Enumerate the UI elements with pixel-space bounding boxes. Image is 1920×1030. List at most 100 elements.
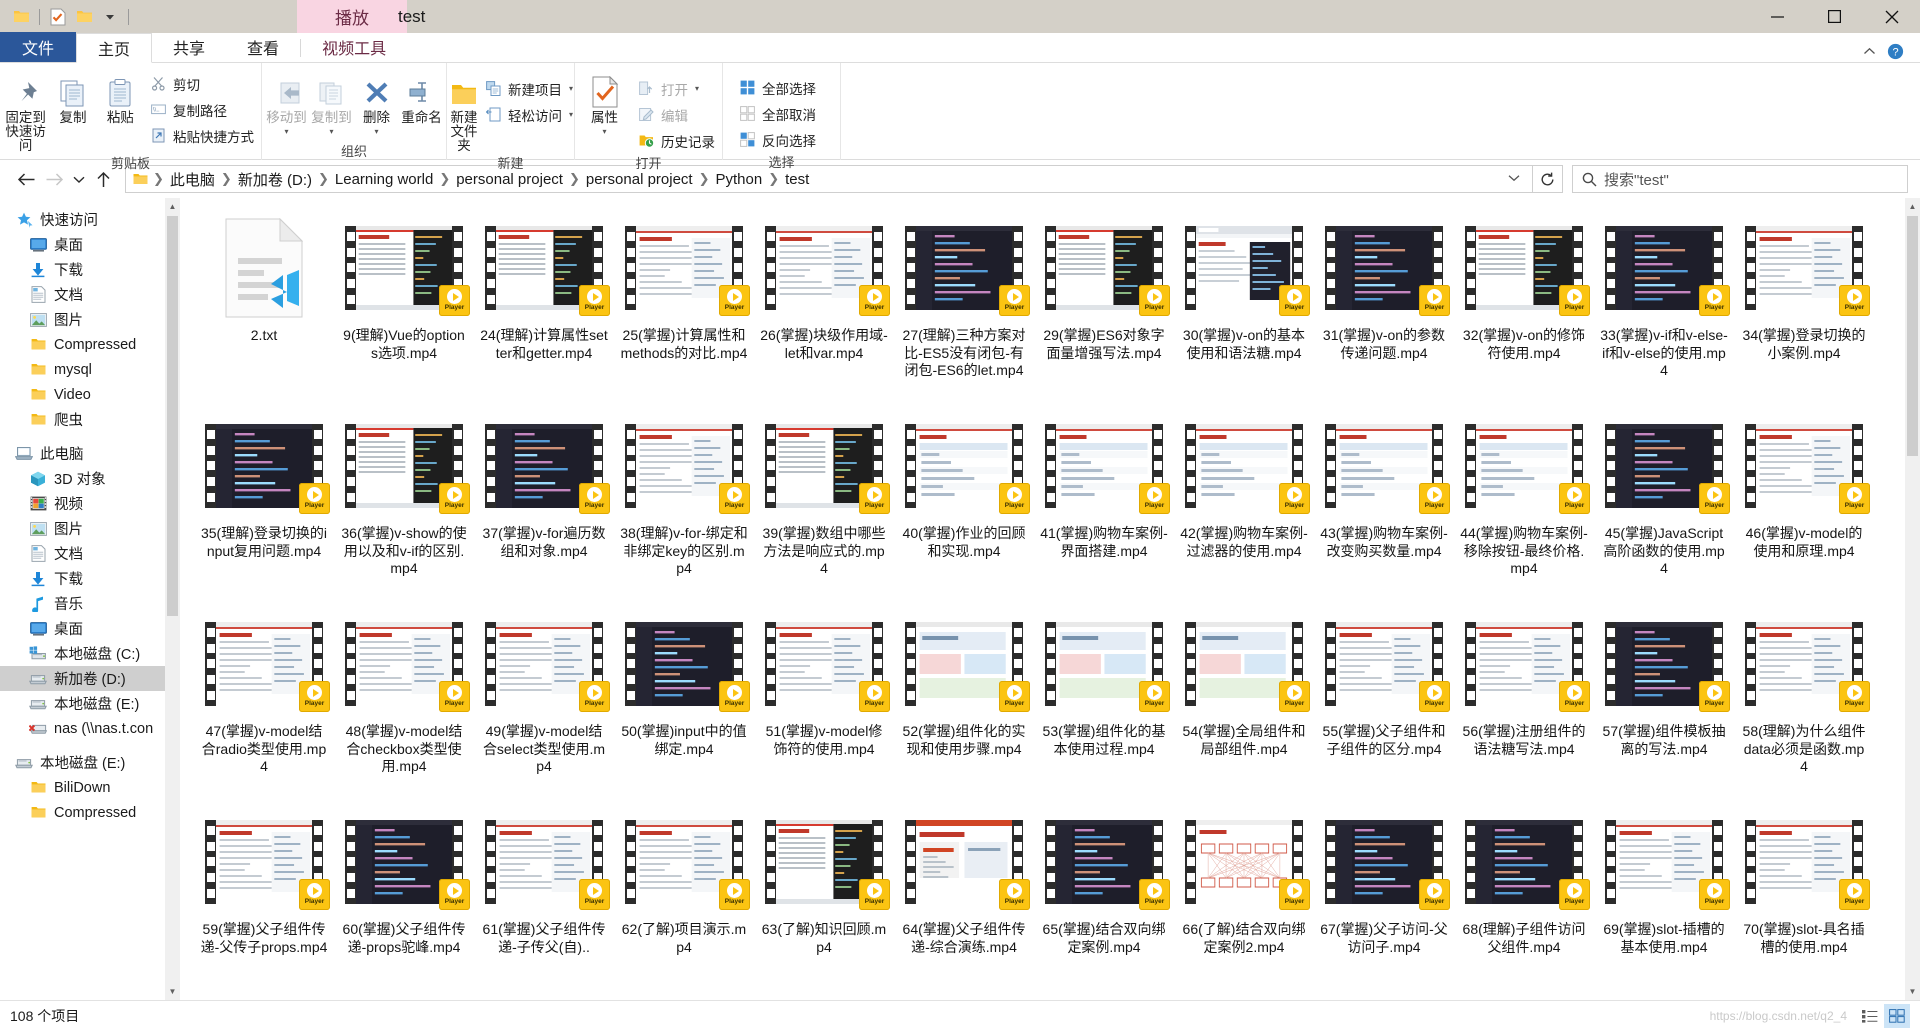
breadcrumb-item-2[interactable]: Learning world [330, 171, 438, 188]
properties-button[interactable]: 属性 ▾ [577, 68, 632, 139]
close-button[interactable] [1863, 0, 1920, 33]
file-tile[interactable]: Player 38(理解)v-for-绑定和非绑定key的区别.mp4 [614, 408, 754, 606]
sidebar-item-视频[interactable]: 视频 [0, 491, 180, 516]
breadcrumb-chevron-down-icon[interactable] [1500, 173, 1528, 185]
tab-home[interactable]: 主页 [76, 33, 153, 63]
content-scroll-thumb[interactable] [1907, 216, 1918, 456]
move-to-caret-icon[interactable]: ▾ [284, 125, 288, 139]
file-tile[interactable]: Player 67(掌握)父子访问-父访问子.mp4 [1314, 804, 1454, 1000]
sidebar-item-音乐[interactable]: 音乐 [0, 591, 180, 616]
file-tile[interactable]: Player 50(掌握)input中的值绑定.mp4 [614, 606, 754, 804]
qat-folder-icon[interactable] [8, 4, 34, 30]
tab-file[interactable]: 文件 [0, 32, 77, 62]
content-scroll-up-icon[interactable]: ▲ [1905, 198, 1920, 215]
copy-path-button[interactable]: \\.. 复制路径 [144, 97, 259, 122]
paste-shortcut-button[interactable]: 粘贴快捷方式 [144, 123, 259, 148]
file-tile[interactable]: Player 64(掌握)父子组件传递-综合演练.mp4 [894, 804, 1034, 1000]
file-tile[interactable]: Player 65(掌握)结合双向绑定案例.mp4 [1034, 804, 1174, 1000]
breadcrumb-item-4[interactable]: personal project [581, 171, 698, 188]
move-to-button[interactable]: 移动到 ▾ [264, 68, 309, 139]
maximize-button[interactable] [1806, 0, 1863, 33]
sidebar-item-文档[interactable]: 文档 [0, 282, 180, 307]
file-tile[interactable]: Player 53(掌握)组件化的基本使用过程.mp4 [1034, 606, 1174, 804]
file-tile[interactable]: Player 60(掌握)父子组件传递-props驼峰.mp4 [334, 804, 474, 1000]
details-view-button[interactable] [1857, 1004, 1883, 1028]
file-tile[interactable]: Player 27(理解)三种方案对比-ES5没有闭包-有闭包-ES6的let.m… [894, 210, 1034, 408]
copy-to-button[interactable]: 复制到 ▾ [309, 68, 354, 139]
sidebar-group-快速访问[interactable]: 快速访问 [0, 207, 180, 232]
sidebar-group-此电脑[interactable]: 此电脑 [0, 441, 180, 466]
breadcrumb-sep-2[interactable]: ❯ [317, 171, 330, 187]
file-tile[interactable]: Player 48(掌握)v-model结合checkbox类型使用.mp4 [334, 606, 474, 804]
sidebar-item-下载[interactable]: 下载 [0, 566, 180, 591]
file-tile[interactable]: Player 54(掌握)全局组件和局部组件.mp4 [1174, 606, 1314, 804]
paste-button[interactable]: 粘贴 [97, 68, 144, 125]
sidebar-item-Compressed[interactable]: Compressed [0, 332, 180, 357]
breadcrumb-item-6[interactable]: test [780, 171, 814, 188]
file-tile[interactable]: Player 51(掌握)v-model修饰符的使用.mp4 [754, 606, 894, 804]
refresh-button[interactable] [1533, 165, 1563, 193]
navigation-tree[interactable]: 快速访问 桌面 下载 文档 图片 Compressed mysql Video 爬虫 此电脑 3D … [0, 198, 180, 1000]
file-tile[interactable]: Player 49(掌握)v-model结合select类型使用.mp4 [474, 606, 614, 804]
sidebar-item-本地磁盘 (E:)[interactable]: 本地磁盘 (E:) [0, 691, 180, 716]
file-tile[interactable]: Player 66(了解)结合双向绑定案例2.mp4 [1174, 804, 1314, 1000]
sidebar-item-本地磁盘 (C:)[interactable]: 本地磁盘 (C:) [0, 641, 180, 666]
breadcrumb-sep-5[interactable]: ❯ [698, 171, 711, 187]
file-tile[interactable]: Player 35(理解)登录切换的input复用问题.mp4 [194, 408, 334, 606]
file-tile[interactable]: Player 62(了解)项目演示.mp4 [614, 804, 754, 1000]
file-tile[interactable]: Player 25(掌握)计算属性和methods的对比.mp4 [614, 210, 754, 408]
file-tile[interactable]: Player 32(掌握)v-on的修饰符使用.mp4 [1454, 210, 1594, 408]
history-button[interactable]: 历史记录 [632, 128, 720, 153]
sidebar-item-mysql[interactable]: mysql [0, 357, 180, 382]
breadcrumb-item-5[interactable]: Python [711, 171, 768, 188]
sidebar-scroll-down-icon[interactable]: ▼ [165, 983, 180, 1000]
qat-new-folder-icon[interactable] [71, 4, 97, 30]
file-tile[interactable]: Player 34(掌握)登录切换的小案例.mp4 [1734, 210, 1874, 408]
file-tile[interactable]: Player 43(掌握)购物车案例-改变购买数量.mp4 [1314, 408, 1454, 606]
breadcrumb-sep-3[interactable]: ❯ [438, 171, 451, 187]
file-tile[interactable]: Player 42(掌握)购物车案例-过滤器的使用.mp4 [1174, 408, 1314, 606]
sidebar-item-Video[interactable]: Video [0, 382, 180, 407]
file-tile[interactable]: Player 47(掌握)v-model结合radio类型使用.mp4 [194, 606, 334, 804]
content-scrollbar[interactable]: ▲ ▼ [1905, 198, 1920, 1000]
sidebar-item-图片[interactable]: 图片 [0, 307, 180, 332]
sidebar-item-3D 对象[interactable]: 3D 对象 [0, 466, 180, 491]
content-scroll-down-icon[interactable]: ▼ [1905, 983, 1920, 1000]
file-tile[interactable]: Player 55(掌握)父子组件和子组件的区分.mp4 [1314, 606, 1454, 804]
sidebar-group-本地磁盘 (E:)[interactable]: 本地磁盘 (E:) [0, 750, 180, 775]
large-icons-view-button[interactable] [1884, 1003, 1910, 1028]
sidebar-item-桌面[interactable]: 桌面 [0, 232, 180, 257]
help-icon[interactable]: ? [1884, 40, 1906, 62]
cut-button[interactable]: 剪切 [144, 71, 259, 96]
collapse-ribbon-icon[interactable] [1858, 40, 1880, 62]
file-tile[interactable]: Player 26(掌握)块级作用域-let和var.mp4 [754, 210, 894, 408]
breadcrumb-item-3[interactable]: personal project [451, 171, 568, 188]
file-tile[interactable]: Player 58(理解)为什么组件data必须是函数.mp4 [1734, 606, 1874, 804]
qat-customize-caret-icon[interactable] [97, 4, 123, 30]
sidebar-item-Compressed[interactable]: Compressed [0, 800, 180, 825]
select-all-button[interactable]: 全部选择 [733, 75, 821, 100]
breadcrumb-sep-1[interactable]: ❯ [220, 171, 233, 187]
file-tile[interactable]: 2.txt [194, 210, 334, 408]
file-tile[interactable]: Player 36(掌握)v-show的使用以及和v-if的区别.mp4 [334, 408, 474, 606]
file-tile[interactable]: Player 59(掌握)父子组件传递-父传子props.mp4 [194, 804, 334, 1000]
file-tile[interactable]: Player 9(理解)Vue的options选项.mp4 [334, 210, 474, 408]
file-tile[interactable]: Player 44(掌握)购物车案例-移除按钮-最终价格.mp4 [1454, 408, 1594, 606]
sidebar-item-爬虫[interactable]: 爬虫 [0, 407, 180, 432]
file-tile[interactable]: Player 41(掌握)购物车案例-界面搭建.mp4 [1034, 408, 1174, 606]
file-tile[interactable]: Player 56(掌握)注册组件的语法糖写法.mp4 [1454, 606, 1594, 804]
edit-button[interactable]: 编辑 [632, 102, 720, 127]
sidebar-item-桌面[interactable]: 桌面 [0, 616, 180, 641]
file-list-pane[interactable]: 2.txt Player 9(理解)Vue的options选项.mp4 Player 2… [180, 198, 1920, 1000]
file-tile[interactable]: Player 57(掌握)组件模板抽离的写法.mp4 [1594, 606, 1734, 804]
file-tile[interactable]: Player 31(掌握)v-on的参数传递问题.mp4 [1314, 210, 1454, 408]
file-tile[interactable]: Player 33(掌握)v-if和v-else-if和v-else的使用.mp4 [1594, 210, 1734, 408]
file-tile[interactable]: Player 45(掌握)JavaScript高阶函数的使用.mp4 [1594, 408, 1734, 606]
sidebar-item-文档[interactable]: 文档 [0, 541, 180, 566]
file-grid[interactable]: 2.txt Player 9(理解)Vue的options选项.mp4 Player 2… [180, 198, 1905, 1000]
easy-access-caret-icon[interactable]: ▾ [569, 110, 573, 119]
easy-access-button[interactable]: 轻松访问 ▾ [479, 102, 578, 127]
file-tile[interactable]: Player 52(掌握)组件化的实现和使用步骤.mp4 [894, 606, 1034, 804]
sidebar-item-nas (\\nas.t.con[interactable]: nas (\\nas.t.con [0, 716, 180, 741]
tab-share[interactable]: 共享 [152, 32, 226, 62]
